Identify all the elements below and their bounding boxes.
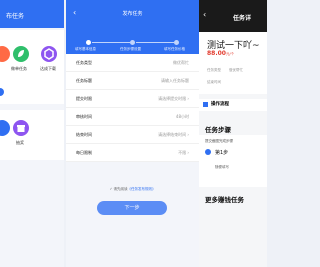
step-label: 填写任务价格 <box>164 47 185 51</box>
rules-link[interactable]: 《任务发布规则》 <box>128 187 156 191</box>
step-line <box>136 42 174 43</box>
blue-dot-icon <box>0 88 4 96</box>
leaf-icon[interactable] <box>13 46 29 62</box>
step-label: 任务步骤设置 <box>120 47 141 51</box>
form-row-type[interactable]: 任务类型 做优帮忙 <box>66 54 199 72</box>
field-value: 48小时 <box>175 114 189 119</box>
header-bar: ‹ 任务详 <box>199 0 267 32</box>
step-dot <box>130 40 135 45</box>
form-row-title[interactable]: 任务标题 请输入任务标题 <box>66 72 199 90</box>
agreement-line[interactable]: ✓ 请先阅读《任务发布规则》 <box>66 187 199 192</box>
lottery-label: 抽奖 <box>16 140 24 145</box>
field-label: 每日限制 <box>76 150 92 155</box>
next-button[interactable]: 下一步 <box>97 201 167 215</box>
field-value: 请选择提交时限 › <box>158 96 189 101</box>
steps-sub: 提交截图完成步骤 <box>205 139 233 143</box>
app-grid-card: 做单任务 达成下载 <box>0 30 64 104</box>
form-row-end-time[interactable]: 结束时间 请选择结束时间 › <box>66 126 199 144</box>
page-title: 发布任务 <box>122 11 143 17</box>
agree-prefix: 请先阅读 <box>113 187 128 191</box>
flow-icon <box>203 102 208 107</box>
price-value: 88.00 <box>207 50 226 57</box>
step-label: 填写基本信息 <box>75 47 96 51</box>
page-title: 任务详 <box>233 15 252 22</box>
form-row-deadline[interactable]: 提交时限 请选择提交时限 › <box>66 90 199 108</box>
header-bar: 布任务 <box>0 0 64 28</box>
grid-icon[interactable] <box>0 120 10 136</box>
form-row-review: 审核时间 48小时 <box>66 108 199 126</box>
step-number-icon <box>205 149 211 155</box>
steps-heading: 任务步骤 <box>205 126 231 134</box>
publish-task-panel: ‹ 发布任务 填写基本信息 任务步骤设置 填写任务价格 任务类型 做优帮忙 任务标… <box>66 0 199 267</box>
title-input[interactable]: 请输入任务标题 <box>161 78 189 84</box>
field-value: 不限 › <box>178 150 189 155</box>
step-dot <box>86 40 91 45</box>
steps-card: 提交截图完成步骤 第1步 随便填写 <box>199 135 267 187</box>
meta-label: 任务类型 <box>207 68 221 72</box>
more-tasks-heading: 更多赚钱任务 <box>205 196 244 204</box>
app-label-download: 达成下载 <box>40 66 56 71</box>
field-label: 审核时间 <box>76 114 92 119</box>
field-label: 任务类型 <box>76 60 92 65</box>
publish-home-panel: 布任务 做单任务 达成下载 抽奖 <box>0 0 64 267</box>
operation-flow-bar[interactable]: 操作流程 <box>199 99 267 111</box>
step-indicator: 填写基本信息 任务步骤设置 填写任务价格 <box>66 38 199 54</box>
back-arrow-icon[interactable]: ‹ <box>203 10 206 19</box>
task-price: 88.00元/个 <box>207 50 234 57</box>
step-line <box>92 42 130 43</box>
price-unit: 元/个 <box>225 52 235 56</box>
task-icon[interactable] <box>0 46 10 62</box>
empty-area <box>0 166 64 267</box>
header-title: 布任务 <box>6 13 25 20</box>
app-label-order: 做单任务 <box>11 66 27 71</box>
task-info-card: 测试一下吖~ 88.00元/个 任务类型 做优帮忙 结束时间 <box>199 32 267 94</box>
hexagon-icon[interactable] <box>41 46 57 62</box>
field-value: 做优帮忙 <box>173 60 189 65</box>
meta-label: 结束时间 <box>207 80 221 84</box>
step-title: 第1步 <box>215 150 229 156</box>
header-bar: ‹ 发布任务 <box>66 0 199 38</box>
flow-label: 操作流程 <box>211 102 229 107</box>
step-desc: 随便填写 <box>215 165 229 169</box>
step-dot <box>174 40 179 45</box>
more-card: 抽奖 <box>0 110 64 160</box>
field-label: 任务标题 <box>76 78 92 83</box>
form-row-daily-limit[interactable]: 每日限制 不限 › <box>66 144 199 162</box>
task-form: 任务类型 做优帮忙 任务标题 请输入任务标题 提交时限 请选择提交时限 › 审核时间 4… <box>66 54 199 162</box>
gift-icon[interactable] <box>13 120 29 136</box>
check-icon[interactable]: ✓ <box>109 187 112 191</box>
task-detail-panel: ‹ 任务详 测试一下吖~ 88.00元/个 任务类型 做优帮忙 结束时间 操作流… <box>199 0 267 267</box>
field-label: 提交时限 <box>76 96 92 101</box>
field-label: 结束时间 <box>76 132 92 137</box>
field-value: 请选择结束时间 › <box>158 132 189 137</box>
meta-value: 做优帮忙 <box>229 68 243 72</box>
